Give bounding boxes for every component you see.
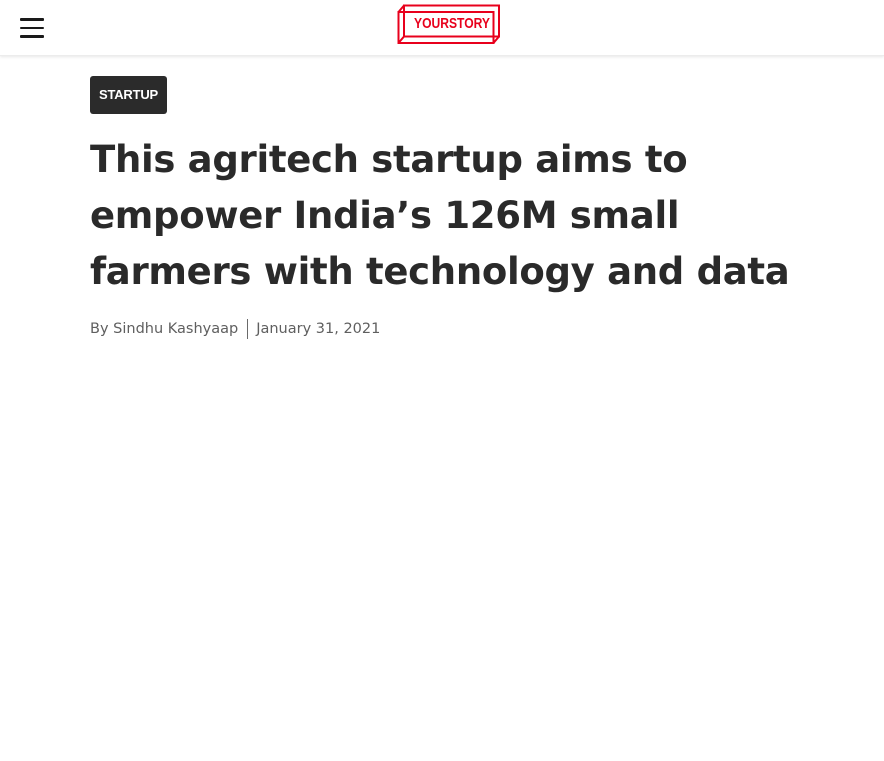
publish-date: January 31, 2021 — [256, 321, 381, 337]
byline-divider — [247, 319, 249, 339]
article-header: STARTUP This agritech startup aims to em… — [90, 76, 810, 340]
category-tag[interactable]: STARTUP — [90, 76, 168, 114]
top-navigation-bar: YOURSTORY — [0, 0, 884, 56]
yourstory-logo[interactable]: YOURSTORY — [397, 4, 502, 46]
author-link[interactable]: Sindhu Kashyaap — [113, 321, 238, 337]
hamburger-menu-icon[interactable] — [14, 12, 50, 44]
menu-line — [20, 26, 44, 29]
byline: By Sindhu Kashyaap January 31, 2021 — [90, 318, 810, 340]
article-title: This agritech startup aims to empower In… — [90, 138, 790, 293]
menu-line — [20, 18, 44, 21]
byline-prefix: By — [90, 321, 109, 337]
menu-line — [20, 35, 44, 38]
logo-text: YOURSTORY — [414, 15, 490, 32]
